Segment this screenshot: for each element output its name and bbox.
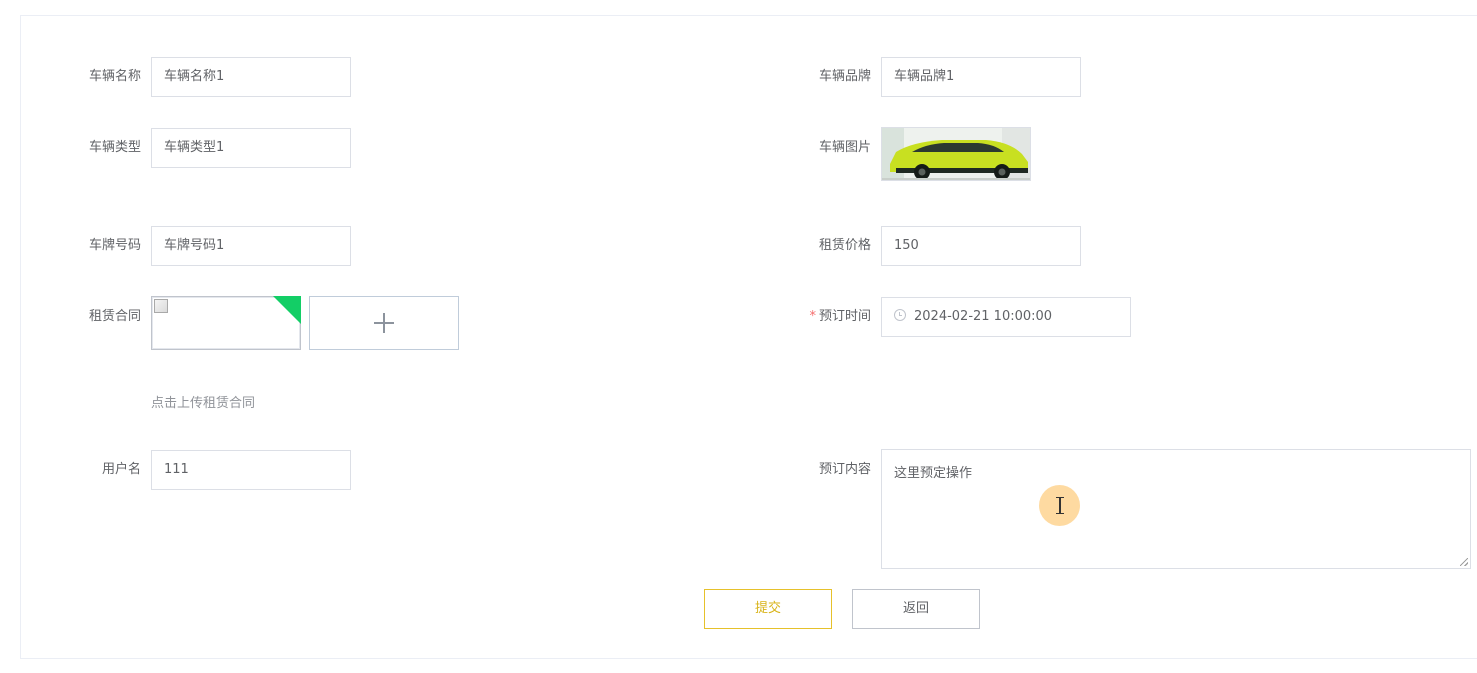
rental-price-input[interactable]: 150: [881, 226, 1081, 266]
car-image: [882, 128, 1030, 180]
username-input[interactable]: 111: [151, 450, 351, 490]
upload-success-badge: [273, 296, 301, 324]
resize-grip-icon[interactable]: [1460, 558, 1468, 566]
plate-number-input[interactable]: 车牌号码1: [151, 226, 351, 266]
plus-icon: [374, 313, 394, 333]
vehicle-image-label: 车辆图片: [818, 140, 871, 155]
booking-time-label: * 预订时间: [781, 309, 871, 325]
clock-icon: [894, 309, 906, 321]
upload-contract-tip: 点击上传租赁合同: [151, 396, 256, 411]
vehicle-type-input[interactable]: 车辆类型1: [151, 128, 351, 168]
upload-contract-button[interactable]: [309, 296, 459, 350]
uploaded-contract-file[interactable]: [151, 296, 301, 350]
ibeam-cursor-icon: [1056, 497, 1064, 514]
broken-image-icon: [154, 299, 168, 313]
vehicle-name-label: 车辆名称: [88, 69, 141, 84]
plate-number-label: 车牌号码: [88, 238, 141, 253]
booking-time-picker[interactable]: 2024-02-21 10:00:00: [881, 297, 1131, 337]
rental-contract-label: 租赁合同: [88, 309, 141, 324]
vehicle-name-input[interactable]: 车辆名称1: [151, 57, 351, 97]
back-button[interactable]: 返回: [852, 589, 980, 629]
submit-button[interactable]: 提交: [704, 589, 832, 629]
required-mark: *: [809, 309, 816, 324]
booking-time-label-text: 预订时间: [818, 309, 871, 324]
username-label: 用户名: [101, 462, 141, 477]
vehicle-brand-label: 车辆品牌: [818, 69, 871, 84]
vehicle-type-label: 车辆类型: [88, 140, 141, 155]
booking-time-value: 2024-02-21 10:00:00: [914, 309, 1053, 324]
booking-content-textarea[interactable]: 这里预定操作: [881, 449, 1471, 569]
booking-content-value: 这里预定操作: [894, 466, 973, 481]
booking-content-label: 预订内容: [818, 462, 871, 477]
vehicle-brand-input[interactable]: 车辆品牌1: [881, 57, 1081, 97]
vehicle-image-thumbnail[interactable]: [881, 127, 1031, 181]
rental-price-label: 租赁价格: [818, 238, 871, 253]
